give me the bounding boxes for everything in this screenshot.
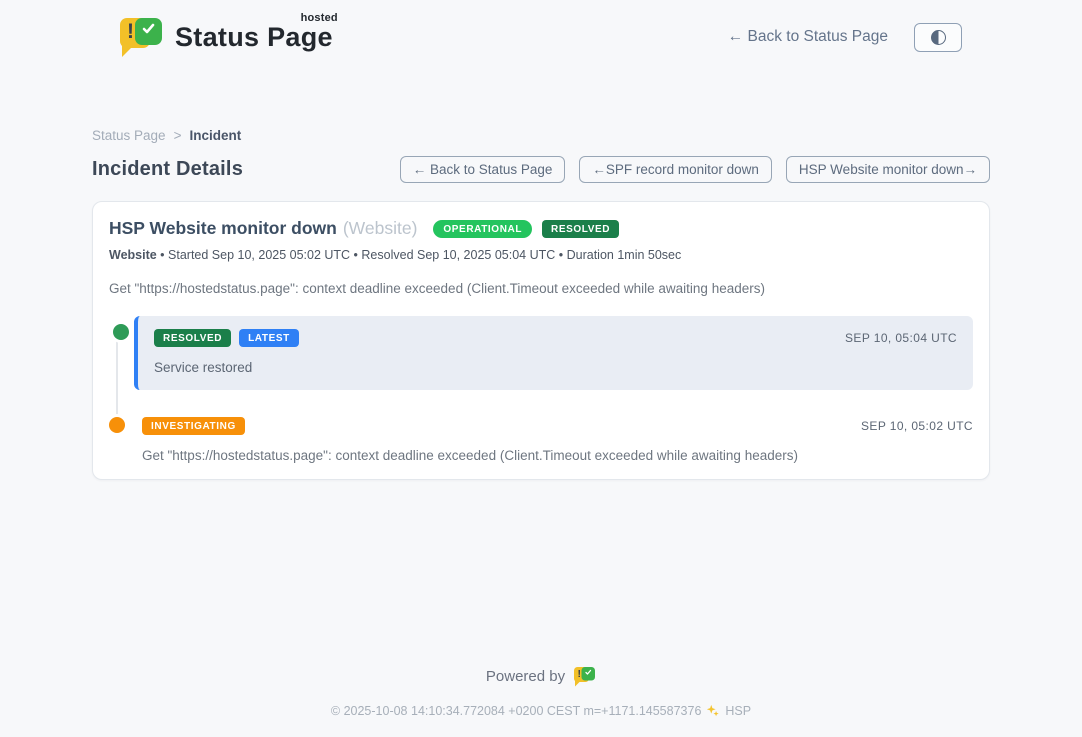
incident-scope: (Website) xyxy=(343,218,418,239)
status-page-logo-icon: ! xyxy=(120,16,164,58)
incident-card: HSP Website monitor down (Website) OPERA… xyxy=(92,201,990,480)
incident-description: Get "https://hostedstatus.page": context… xyxy=(109,281,973,296)
next-incident-button[interactable]: HSP Website monitor down→ xyxy=(786,156,990,183)
timeline-message: Service restored xyxy=(154,360,957,375)
main-content: Status Page > Incident Incident Details … xyxy=(92,128,990,480)
contrast-icon xyxy=(931,30,946,45)
resolved-status-badge: RESOLVED xyxy=(154,329,231,347)
timeline-dot-investigating xyxy=(109,417,125,433)
back-to-status-page-button[interactable]: ← Back to Status Page xyxy=(400,156,566,183)
breadcrumb-separator: > xyxy=(174,128,182,143)
check-icon xyxy=(141,22,156,36)
breadcrumb-status-page[interactable]: Status Page xyxy=(92,128,166,143)
incident-title-row: HSP Website monitor down (Website) OPERA… xyxy=(109,218,973,239)
timeline-dot-resolved xyxy=(113,324,129,340)
timeline-timestamp: SEP 10, 05:02 UTC xyxy=(861,419,973,433)
timeline-entry-head: RESOLVED LATEST SEP 10, 05:04 UTC xyxy=(154,329,957,347)
copyright-brand: HSP xyxy=(725,704,751,718)
timeline-entry-resolved: RESOLVED LATEST SEP 10, 05:04 UTC Servic… xyxy=(134,316,973,390)
title-row: Incident Details ← Back to Status Page ←… xyxy=(92,156,990,183)
timeline-timestamp: SEP 10, 05:04 UTC xyxy=(845,331,957,345)
incident-service: Website xyxy=(109,248,157,262)
timeline-entry-investigating: INVESTIGATING SEP 10, 05:02 UTC Get "htt… xyxy=(142,417,973,463)
copyright-line: © 2025-10-08 14:10:34.772084 +0200 CEST … xyxy=(0,704,1082,718)
status-page-logo-icon-small: ! xyxy=(574,666,596,687)
brand-superscript: hosted xyxy=(301,12,338,24)
latest-badge: LATEST xyxy=(239,329,299,347)
incident-meta-details: • Started Sep 10, 2025 05:02 UTC • Resol… xyxy=(157,248,682,262)
operational-badge: OPERATIONAL xyxy=(433,220,532,238)
copyright-text: © 2025-10-08 14:10:34.772084 +0200 CEST … xyxy=(331,704,702,718)
header: ! Status Page hosted ← Back to Status Pa… xyxy=(0,0,1082,58)
page-title: Incident Details xyxy=(92,158,243,181)
header-actions: ← Back to Status Page xyxy=(728,23,962,52)
exclamation-glyph: ! xyxy=(127,20,134,44)
resolved-badge: RESOLVED xyxy=(542,220,619,238)
incident-nav-buttons: ← Back to Status Page ←SPF record monito… xyxy=(400,156,990,183)
brand-logo[interactable]: ! Status Page hosted xyxy=(120,16,333,58)
theme-toggle-button[interactable] xyxy=(914,23,962,52)
breadcrumb-incident: Incident xyxy=(189,128,241,143)
powered-by-label: Powered by xyxy=(486,668,565,685)
brand-name: Status Page hosted xyxy=(175,22,333,53)
sparkles-icon xyxy=(706,704,720,718)
timeline-connector xyxy=(116,332,118,430)
header-back-link[interactable]: ← Back to Status Page xyxy=(728,28,888,46)
powered-by-link[interactable]: Powered by ! xyxy=(0,666,1082,687)
footer: Powered by ! © 2025-10-08 14:10:34.77208… xyxy=(0,666,1082,718)
breadcrumb: Status Page > Incident xyxy=(92,128,990,143)
timeline-entry-badges: RESOLVED LATEST xyxy=(154,329,299,347)
incident-meta: Website • Started Sep 10, 2025 05:02 UTC… xyxy=(109,248,973,262)
incident-title: HSP Website monitor down xyxy=(109,218,337,239)
timeline-message: Get "https://hostedstatus.page": context… xyxy=(142,448,973,463)
investigating-status-badge: INVESTIGATING xyxy=(142,417,245,435)
timeline-entry-head: INVESTIGATING SEP 10, 05:02 UTC xyxy=(142,417,973,435)
incident-timeline: RESOLVED LATEST SEP 10, 05:04 UTC Servic… xyxy=(109,316,973,463)
prev-incident-button[interactable]: ←SPF record monitor down xyxy=(579,156,772,183)
